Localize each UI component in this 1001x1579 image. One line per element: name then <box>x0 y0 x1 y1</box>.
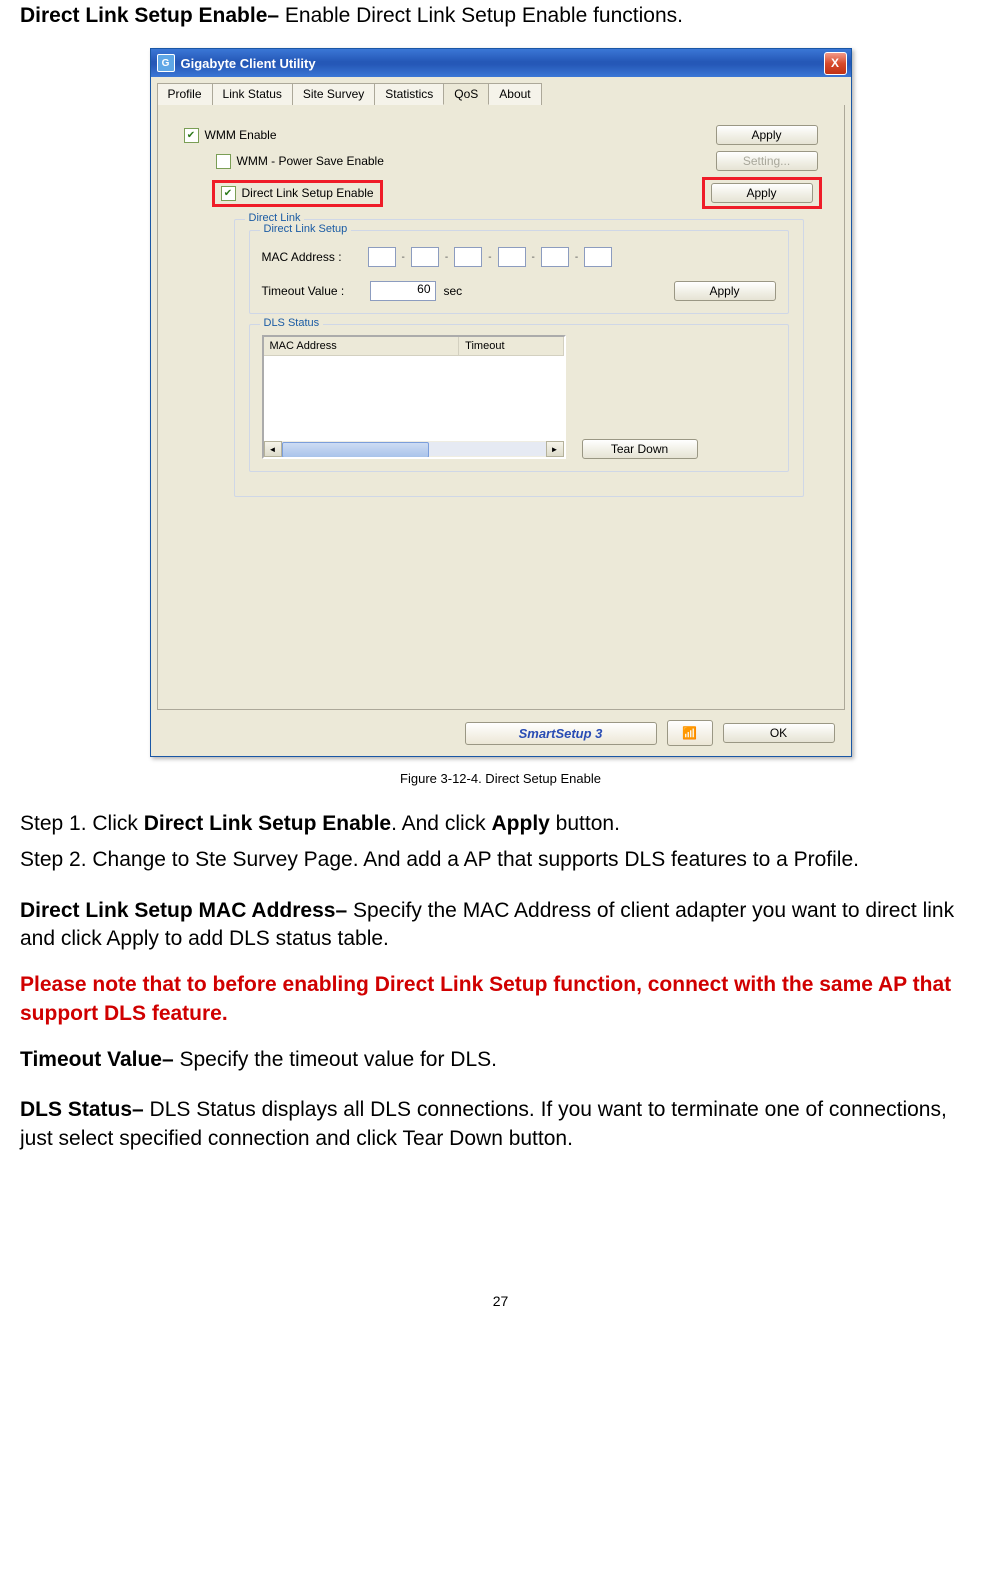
apply-dls-highlight: Apply <box>702 177 822 209</box>
setting-button: Setting... <box>716 151 818 171</box>
tab-profile[interactable]: Profile <box>157 83 213 105</box>
tab-about[interactable]: About <box>488 83 541 105</box>
signal-icon: 📶 <box>682 726 697 740</box>
figure-caption: Figure 3-12-4. Direct Setup Enable <box>20 771 981 786</box>
setup-legend: Direct Link Setup <box>260 223 352 235</box>
mac-octet-6[interactable] <box>584 247 612 267</box>
direct-link-setup-group: Direct Link Setup MAC Address : - - - - … <box>249 230 789 314</box>
horizontal-scrollbar[interactable]: ◄ ► <box>264 441 564 457</box>
dls-status-legend: DLS Status <box>260 317 324 329</box>
wmm-enable-label: WMM Enable <box>205 128 277 142</box>
qos-panel: WMM Enable Apply WMM - Power Save Enable… <box>157 105 845 710</box>
dls-paragraph: DLS Status– DLS Status displays all DLS … <box>20 1096 981 1153</box>
mac-octet-2[interactable] <box>411 247 439 267</box>
col-timeout: Timeout <box>459 337 563 355</box>
dls-enable-label: Direct Link Setup Enable <box>242 186 374 200</box>
intro-line: Direct Link Setup Enable– Enable Direct … <box>20 4 981 28</box>
mac-octet-5[interactable] <box>541 247 569 267</box>
wmm-ps-label: WMM - Power Save Enable <box>237 154 384 168</box>
intro-title: Direct Link Setup Enable– <box>20 4 285 27</box>
step-2: Step 2. Change to Ste Survey Page. And a… <box>20 846 981 874</box>
tab-qos[interactable]: QoS <box>443 83 489 105</box>
mac-octet-4[interactable] <box>498 247 526 267</box>
warning-note: Please note that to before enabling Dire… <box>20 971 981 1028</box>
scroll-thumb[interactable] <box>282 442 429 458</box>
timeout-paragraph: Timeout Value– Specify the timeout value… <box>20 1046 981 1074</box>
ok-button[interactable]: OK <box>723 723 835 743</box>
dls-table-header: MAC Address Timeout <box>264 337 564 356</box>
wmm-enable-checkbox[interactable] <box>184 128 199 143</box>
mac-paragraph: Direct Link Setup MAC Address– Specify t… <box>20 897 981 954</box>
dls-enable-checkbox[interactable] <box>221 186 236 201</box>
bottom-bar: SmartSetup 3 📶 OK <box>157 710 845 746</box>
scroll-right-button[interactable]: ► <box>546 441 564 457</box>
app-icon: G <box>157 54 175 72</box>
intro-desc: Enable Direct Link Setup Enable function… <box>285 4 683 27</box>
step-1: Step 1. Click Direct Link Setup Enable. … <box>20 810 981 838</box>
tab-strip: Profile Link Status Site Survey Statisti… <box>157 83 845 106</box>
mac-address-label: MAC Address : <box>262 250 362 264</box>
mac-octet-3[interactable] <box>454 247 482 267</box>
tear-down-button[interactable]: Tear Down <box>582 439 698 459</box>
tab-link-status[interactable]: Link Status <box>212 83 293 105</box>
tab-statistics[interactable]: Statistics <box>374 83 444 105</box>
timeout-label: Timeout Value : <box>262 284 362 298</box>
signal-button[interactable]: 📶 <box>667 720 713 746</box>
scroll-left-button[interactable]: ◄ <box>264 441 282 457</box>
page-number: 27 <box>20 1293 981 1309</box>
apply-wmm-button[interactable]: Apply <box>716 125 818 145</box>
scroll-track[interactable] <box>282 442 546 456</box>
mac-octet-1[interactable] <box>368 247 396 267</box>
direct-link-group: Direct Link Direct Link Setup MAC Addres… <box>234 219 804 497</box>
dls-status-group: DLS Status MAC Address Timeout ◄ <box>249 324 789 472</box>
tab-site-survey[interactable]: Site Survey <box>292 83 375 105</box>
titlebar: G Gigabyte Client Utility X <box>151 49 851 77</box>
wmm-ps-checkbox[interactable] <box>216 154 231 169</box>
apply-dls-button[interactable]: Apply <box>711 183 813 203</box>
close-button[interactable]: X <box>824 52 847 75</box>
apply-timeout-button[interactable]: Apply <box>674 281 776 301</box>
timeout-input[interactable]: 60 <box>370 281 436 301</box>
col-mac-address: MAC Address <box>264 337 460 355</box>
app-window: G Gigabyte Client Utility X Profile Link… <box>150 48 852 757</box>
dls-enable-highlight: Direct Link Setup Enable <box>212 180 383 207</box>
close-icon: X <box>831 56 839 70</box>
timeout-unit: sec <box>444 284 463 298</box>
smart-setup-button[interactable]: SmartSetup 3 <box>465 722 657 745</box>
window-title: Gigabyte Client Utility <box>181 56 316 71</box>
dls-status-table[interactable]: MAC Address Timeout ◄ ► <box>262 335 566 459</box>
